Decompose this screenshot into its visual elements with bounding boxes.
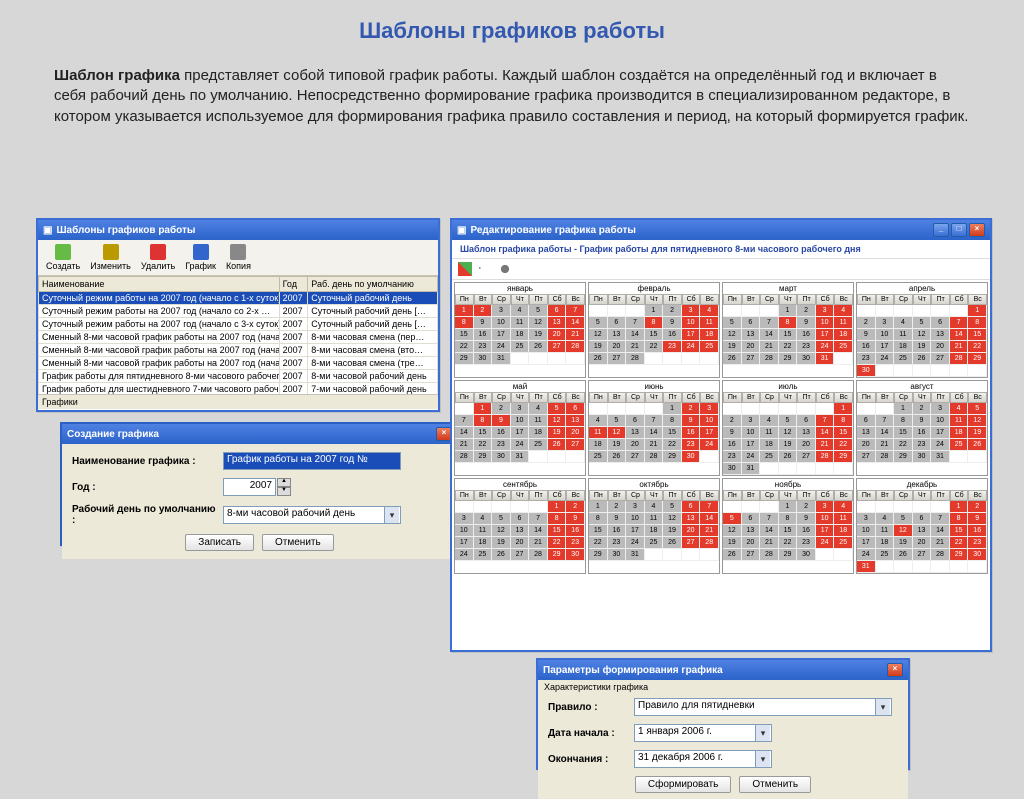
toolbar-График[interactable]: График — [181, 242, 220, 273]
page-title: Шаблоны графиков работы — [0, 0, 1024, 48]
intro-text: Шаблон графика представляет собой типово… — [0, 48, 1024, 127]
month-январь: январьПнВтСрЧтПтСбВс12345678910111213141… — [454, 282, 586, 378]
maximize-icon[interactable]: □ — [951, 223, 967, 237]
cancel-button[interactable]: Отменить — [739, 776, 811, 793]
minimize-icon[interactable]: _ — [933, 223, 949, 237]
toolbar-Создать[interactable]: Создать — [42, 242, 84, 273]
gear-icon[interactable] — [498, 262, 512, 276]
month-декабрь: декабрьПнВтСрЧтПтСбВс1234567891011121314… — [856, 478, 988, 574]
templates-titlebar[interactable]: ▣Шаблоны графиков работы — [38, 220, 438, 240]
month-июнь: июньПнВтСрЧтПтСбВс1234567891011121314151… — [588, 380, 720, 476]
default-day-select[interactable]: 8-ми часовой рабочий день — [223, 506, 401, 524]
calendar-grid: январьПнВтСрЧтПтСбВс12345678910111213141… — [452, 280, 990, 576]
month-май: майПнВтСрЧтПтСбВс12345678910111213141516… — [454, 380, 586, 476]
table-row[interactable]: График работы для пятидневного 8-ми часо… — [39, 370, 438, 383]
table-row[interactable]: Суточный режим работы на 2007 год (начал… — [39, 318, 438, 331]
month-февраль: февральПнВтСрЧтПтСбВс1234567891011121314… — [588, 282, 720, 378]
save-button[interactable]: Записать — [185, 534, 254, 551]
rule-select[interactable]: Правило для пятидневки — [634, 698, 892, 716]
table-row[interactable]: Сменный 8-ми часовой график работы на 20… — [39, 357, 438, 370]
palette-icon[interactable] — [458, 262, 472, 276]
toolbar-Копия[interactable]: Копия — [222, 242, 255, 273]
form-button[interactable]: Сформировать — [635, 776, 732, 793]
month-март: мартПнВтСрЧтПтСбВс1234567891011121314151… — [722, 282, 854, 378]
toolbar-Удалить[interactable]: Удалить — [137, 242, 179, 273]
params-dialog: Параметры формирования графика× Характер… — [536, 658, 910, 770]
spin-down-icon[interactable]: ▼ — [277, 487, 291, 496]
close-icon[interactable]: × — [887, 663, 903, 677]
editor-window: ▣Редактирование графика работы _□× Шабло… — [450, 218, 992, 652]
create-dialog: Создание графика× Наименование графика :… — [60, 422, 459, 546]
cancel-button[interactable]: Отменить — [262, 534, 334, 551]
year-input[interactable]: 2007 — [223, 478, 276, 496]
month-ноябрь: ноябрьПнВтСрЧтПтСбВс12345678910111213141… — [722, 478, 854, 574]
table-row[interactable]: Сменный 8-ми часовой график работы на 20… — [39, 344, 438, 357]
month-июль: июльПнВтСрЧтПтСбВс1234567891011121314151… — [722, 380, 854, 476]
templates-toolbar: СоздатьИзменитьУдалитьГрафикКопия — [38, 240, 438, 276]
spin-up-icon[interactable]: ▲ — [277, 478, 291, 487]
templates-grid[interactable]: НаименованиеГодРаб. день по умолчанию Су… — [38, 276, 438, 394]
table-row[interactable]: Суточный режим работы на 2007 год (начал… — [39, 292, 438, 305]
toolbar-Изменить[interactable]: Изменить — [86, 242, 135, 273]
window-icon: ▣ — [43, 225, 52, 236]
table-row[interactable]: График работы для шестидневного 7-ми час… — [39, 383, 438, 395]
templates-window: ▣Шаблоны графиков работы СоздатьИзменить… — [36, 218, 440, 412]
close-icon[interactable]: × — [969, 223, 985, 237]
editor-subtitle: Шаблон графика работы - График работы дл… — [452, 240, 990, 259]
month-апрель: апрельПнВтСрЧтПтСбВс12345678910111213141… — [856, 282, 988, 378]
table-row[interactable]: Суточный режим работы на 2007 год (начал… — [39, 305, 438, 318]
window-icon: ▣ — [457, 225, 466, 236]
month-август: августПнВтСрЧтПтСбВс12345678910111213141… — [856, 380, 988, 476]
table-row[interactable]: Сменный 8-ми часовой график работы на 20… — [39, 331, 438, 344]
start-date[interactable]: 1 января 2006 г. — [634, 724, 772, 742]
end-date[interactable]: 31 декабря 2006 г. — [634, 750, 772, 768]
status-bar: Графики — [38, 394, 438, 409]
month-октябрь: октябрьПнВтСрЧтПтСбВс1234567891011121314… — [588, 478, 720, 574]
name-input[interactable]: График работы на 2007 год № — [223, 452, 401, 470]
month-сентябрь: сентябрьПнВтСрЧтПтСбВс123456789101112131… — [454, 478, 586, 574]
